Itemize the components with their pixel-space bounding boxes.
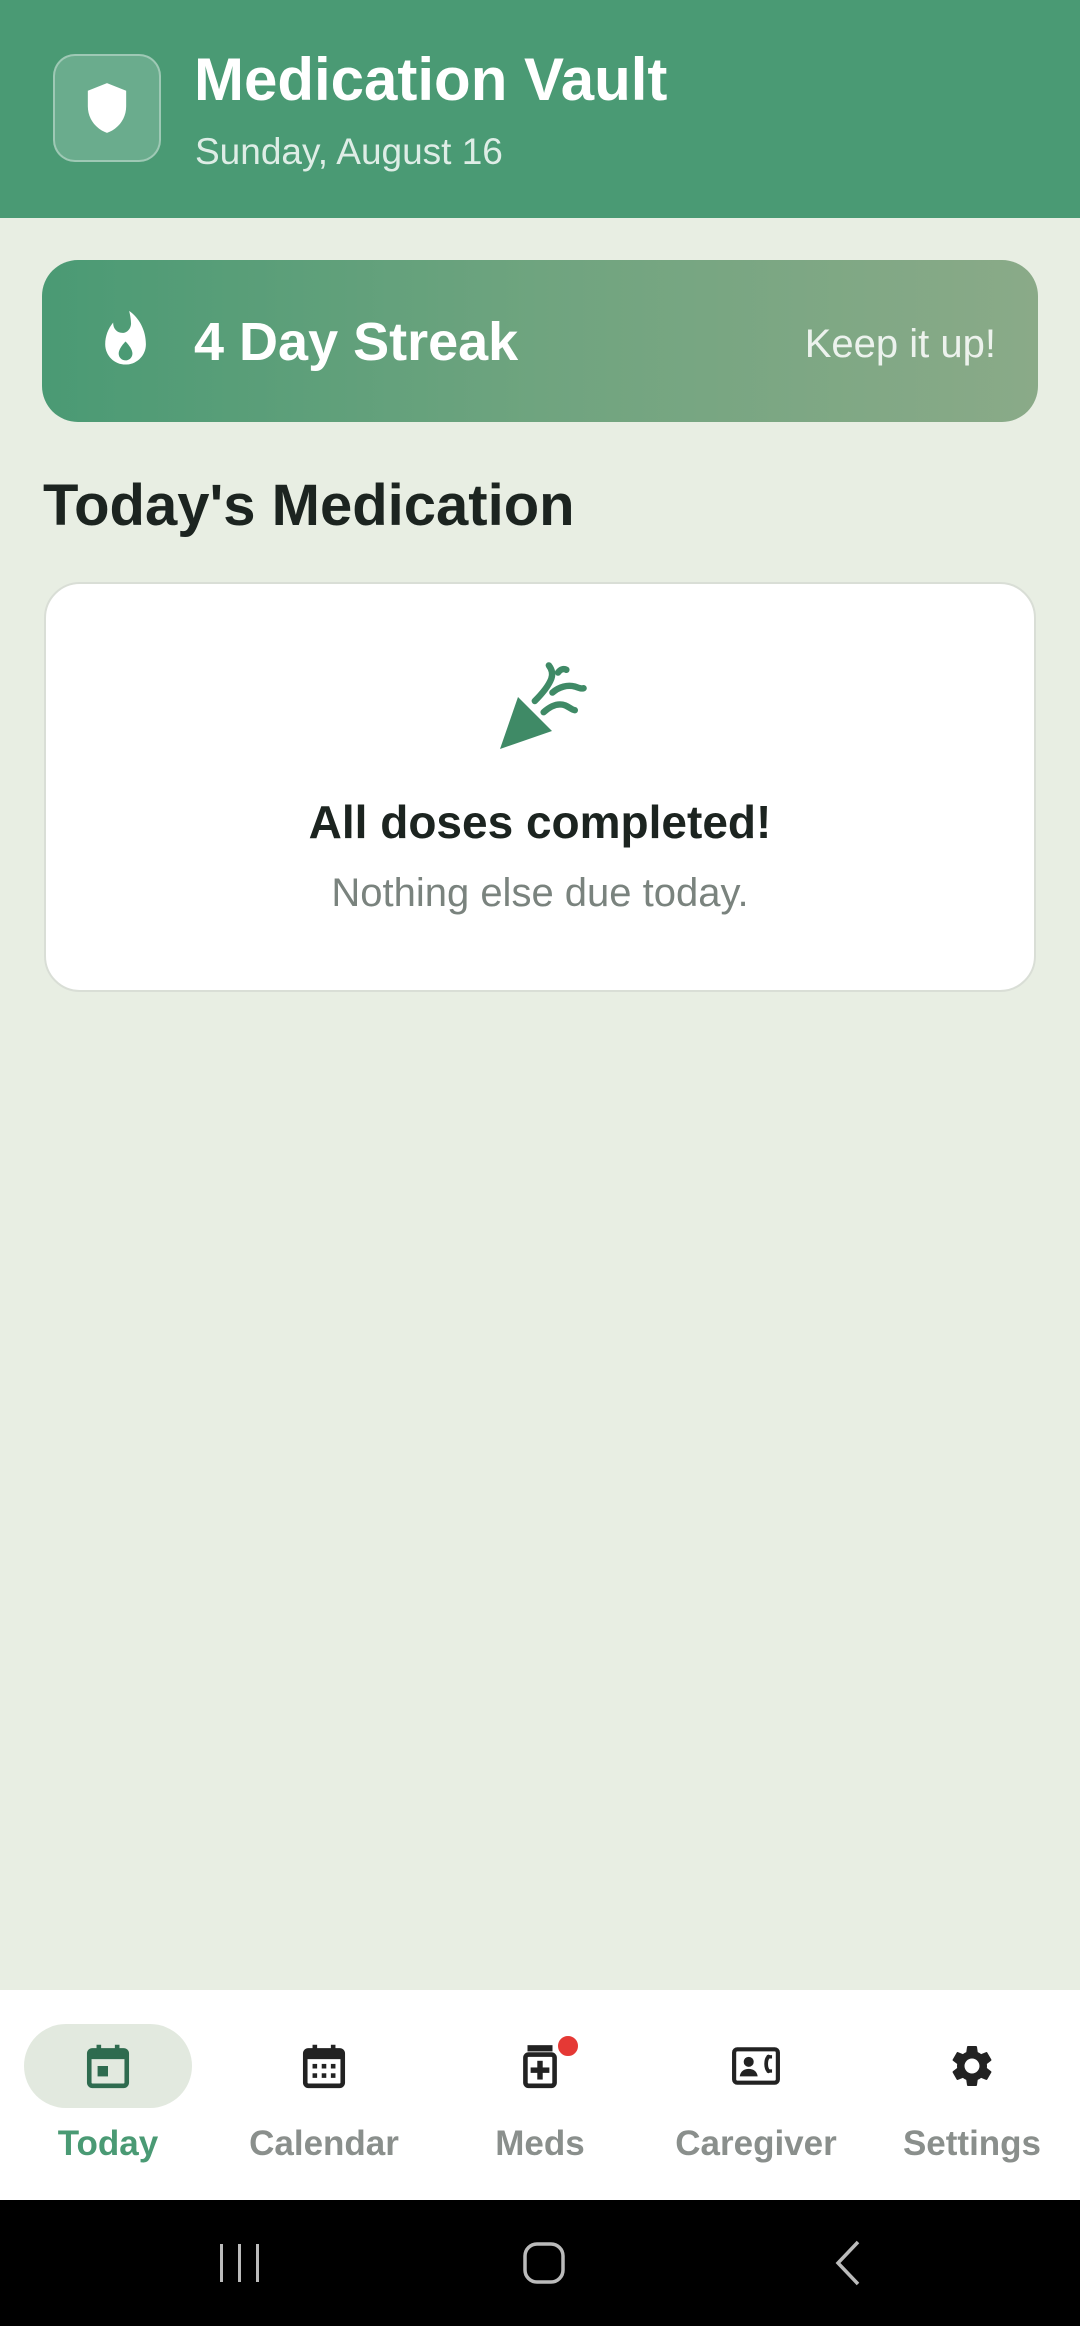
shield-icon [87,83,127,133]
empty-state-title: All doses completed! [308,796,772,848]
calendar-month-icon [302,2044,346,2089]
nav-label-calendar: Calendar [249,2124,399,2163]
back-icon [835,2240,860,2286]
gear-icon [952,2046,992,2086]
app-logo [53,54,161,162]
recents-icon [220,2244,259,2282]
party-popper-icon [500,662,587,749]
flame-icon [105,310,146,365]
app-header: Medication Vault Sunday, August 16 [0,0,1080,218]
nav-label-settings: Settings [902,2124,1042,2163]
app-title: Medication Vault [194,46,668,113]
home-button[interactable] [484,2200,604,2326]
empty-state-subtitle: Nothing else due today. [331,871,749,915]
nav-item-caregiver[interactable]: Caregiver [648,1990,864,2200]
recents-button[interactable] [180,2200,300,2326]
contact-phone-icon [732,2047,780,2085]
notification-badge [556,2034,580,2058]
back-button[interactable] [788,2200,908,2326]
nav-label-today: Today [57,2124,159,2163]
streak-subtitle: Keep it up! [804,322,996,366]
nav-item-today[interactable]: Today [0,1990,216,2200]
nav-label-meds: Meds [495,2124,585,2163]
bottom-navigation: Today Calendar Meds Caregiver Settings [0,1990,1080,2200]
nav-item-calendar[interactable]: Calendar [216,1990,432,2200]
streak-banner[interactable]: 4 Day Streak Keep it up! [42,260,1038,422]
home-icon [523,2242,565,2284]
section-title: Today's Medication [43,473,575,538]
calendar-today-icon [86,2044,130,2089]
nav-item-meds[interactable]: Meds [432,1990,648,2200]
streak-title: 4 Day Streak [194,312,519,372]
empty-state-card: All doses completed! Nothing else due to… [44,582,1036,992]
nav-item-settings[interactable]: Settings [864,1990,1080,2200]
nav-label-caregiver: Caregiver [675,2124,837,2163]
system-navigation-bar [0,2200,1080,2326]
current-date: Sunday, August 16 [195,131,503,172]
